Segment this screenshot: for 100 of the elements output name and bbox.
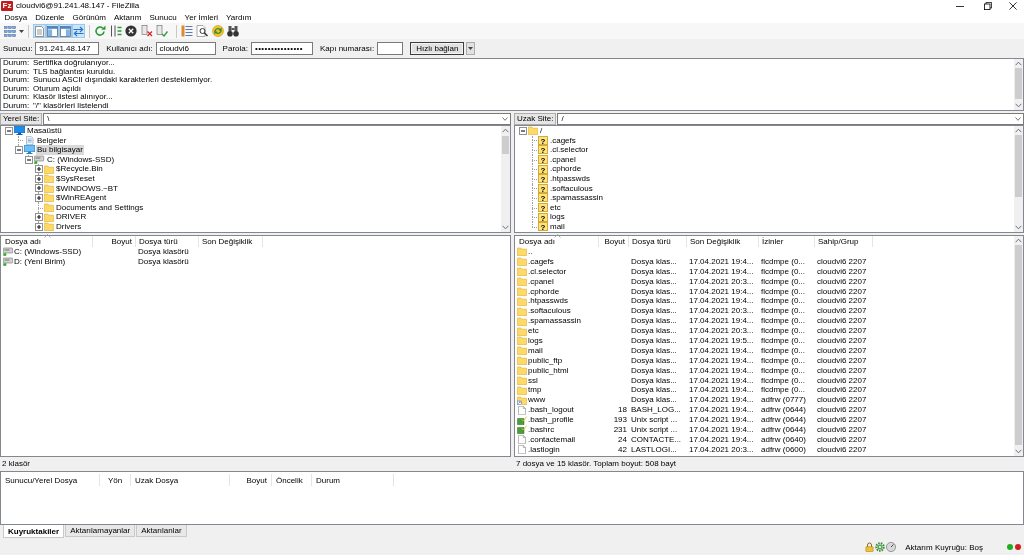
column-header[interactable]: Sahip/Grup [815,236,873,247]
file-name[interactable]: .softaculous [528,306,571,317]
scrollbar[interactable] [1014,59,1023,110]
column-header[interactable]: Son Değişiklik [687,236,759,247]
column-header[interactable]: İzinler [759,236,815,247]
file-name[interactable]: logs [528,336,543,346]
caret-icon[interactable] [19,29,24,33]
queue-toggle-button[interactable] [72,24,85,38]
scrollbar[interactable] [1014,126,1023,232]
scrollbar-thumb[interactable] [1015,68,1022,99]
port-field[interactable] [377,41,404,55]
column-header[interactable]: Boyut [230,474,272,486]
tree-item[interactable]: Bu bilgisayar [36,145,84,155]
file-name[interactable]: .cphorde [528,286,560,297]
tree-expander-icon[interactable] [34,193,43,202]
tree-expander-icon[interactable] [34,165,43,174]
host-field[interactable]: 91.241.48.147 [35,41,100,55]
username-field[interactable]: cloudvi6 [155,41,216,55]
local-tree-toggle-button[interactable] [46,24,59,38]
search-icon[interactable] [196,25,208,37]
scrollbar[interactable] [1014,236,1023,456]
column-header[interactable]: Boyut [599,236,629,247]
file-name[interactable]: .cpanel [528,276,554,287]
file-name[interactable]: .spamassassin [528,316,581,327]
tree-item[interactable]: Belgeler [36,135,68,146]
scrollbar-thumb[interactable] [1015,135,1022,197]
file-name[interactable]: etc [528,326,539,337]
file-name[interactable]: .bash_profile [528,415,574,426]
file-name[interactable]: .bash_logout [528,405,574,416]
caret-icon[interactable] [468,46,474,50]
quickconnect-button[interactable]: Hızlı bağlan [410,41,465,55]
column-header[interactable]: Boyut [93,236,136,247]
dropdown-button[interactable] [466,41,476,55]
menu-item[interactable]: Sunucu [145,12,181,23]
tree-expander-icon[interactable] [518,126,527,135]
file-name[interactable]: www [528,395,546,406]
restore-icon[interactable] [984,2,992,10]
tree-item[interactable]: $WINDOWS.~BT [55,183,119,194]
tree-item[interactable]: mail [549,222,566,232]
tree-expander-icon[interactable] [34,184,43,193]
tree-item[interactable]: etc [549,202,562,213]
file-name[interactable]: .bashrc [528,425,555,435]
server-check-icon[interactable] [156,25,168,37]
column-header[interactable]: Sunucu/Yerel Dosya [1,474,100,486]
scrollbar-thumb[interactable] [502,136,509,154]
tab[interactable]: Kuyruktakiler [3,525,65,538]
column-header[interactable]: Yön [100,474,131,486]
remote-tree-toggle-button[interactable] [59,24,72,38]
tree-item[interactable]: Documents and Settings [55,202,145,213]
menu-item[interactable]: Dosya [0,12,32,23]
tree-item[interactable]: Drivers [55,222,83,232]
log-toggle-button[interactable] [33,24,46,38]
tree-item[interactable]: $WinREAgent [55,193,108,203]
file-name[interactable]: public_ftp [528,355,563,366]
menu-item[interactable]: Yardım [222,12,256,23]
tab[interactable]: Aktarılamayanlar [65,525,136,537]
cancel-icon[interactable] [125,25,137,37]
column-header[interactable]: Son Değişiklik [199,236,263,247]
file-name[interactable]: mail [528,345,543,356]
file-name[interactable]: .cl.selector [528,266,567,277]
tree-item[interactable]: / [539,126,544,136]
close-icon[interactable] [1009,2,1017,10]
tree-item[interactable]: C: (Windows-SSD) [46,154,116,165]
file-name[interactable]: tmp [528,385,542,396]
tree-item[interactable]: .spamassassin [549,193,604,203]
file-name[interactable]: .cagefs [528,256,554,267]
tree-item[interactable]: Masaüstü [26,126,63,136]
tree-item[interactable]: .htpasswds [549,174,592,184]
path-combobox[interactable]: / [557,112,1024,125]
refresh-icon[interactable] [94,25,106,37]
bars-icon[interactable] [109,25,122,37]
tree-expander-icon[interactable] [14,146,23,154]
tree-expander-icon[interactable] [34,174,43,183]
file-name[interactable]: .contactemail [528,434,576,445]
menu-item[interactable]: Düzenle [31,12,69,23]
file-name[interactable]: .htpasswds [528,296,569,307]
server-cross-icon[interactable] [140,25,153,37]
tree-expander-icon[interactable] [34,222,43,231]
tree-expander-icon[interactable] [34,213,43,222]
menu-item[interactable]: Görünüm [68,12,110,23]
password-field[interactable]: ••••••••••••••• [250,41,313,55]
binoculars-icon[interactable] [227,25,239,37]
tree-item[interactable]: DRIVER [55,212,88,222]
file-name[interactable]: ssl [528,375,538,386]
tree-item[interactable]: .cpanel [549,154,577,165]
tree-item[interactable]: .softaculous [549,183,594,194]
tree-item[interactable]: logs [549,212,566,222]
tree-item[interactable]: .cl.selector [549,145,590,155]
scrollbar-thumb[interactable] [1015,245,1022,445]
list-icon[interactable] [180,25,193,37]
path-combobox[interactable]: \ [43,112,511,125]
file-name[interactable]: C: (Windows-SSD) [14,247,82,257]
dropdown-caret-icon[interactable] [502,116,508,121]
tab[interactable]: Aktarılanlar [136,525,187,537]
tree-item[interactable]: $SysReset [55,174,96,184]
tree-expander-icon[interactable] [24,155,33,164]
file-name[interactable]: .lastlogin [528,444,560,455]
file-name[interactable]: .. [528,247,533,257]
column-header[interactable]: Dosya türü [136,236,199,247]
tree-item[interactable]: $Recycle.Bin [55,164,104,174]
